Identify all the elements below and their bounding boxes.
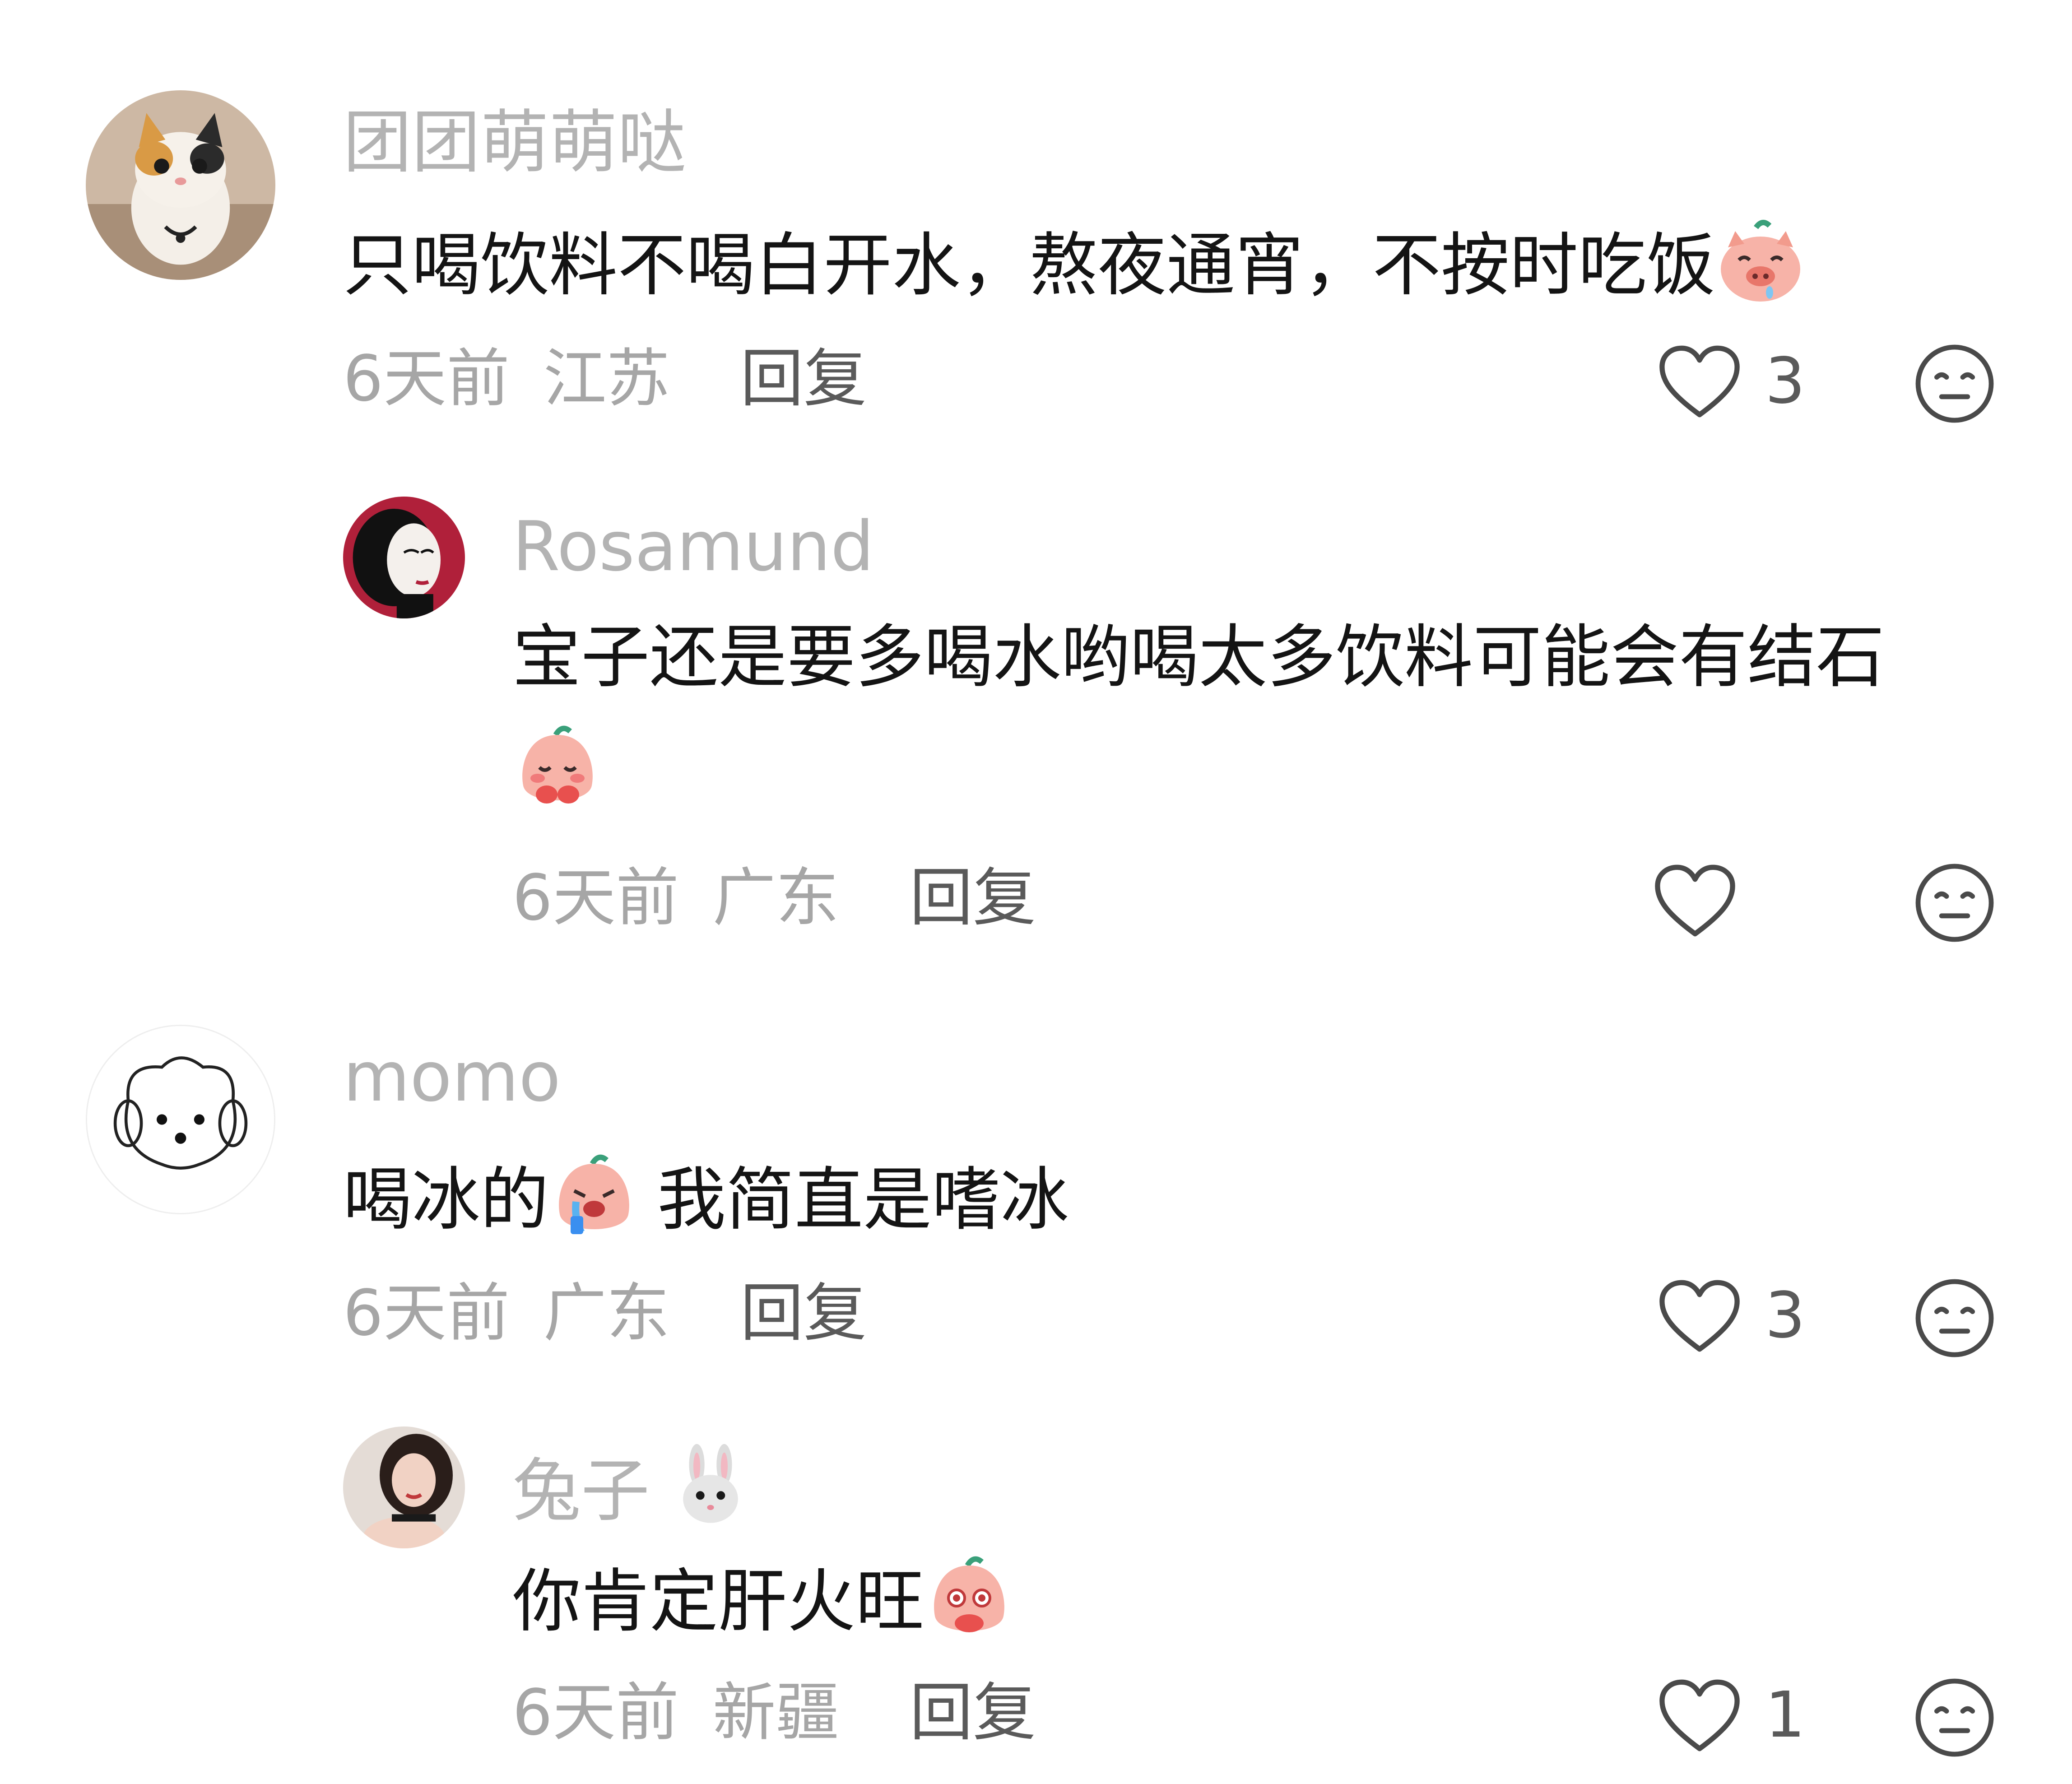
comment-text: 喝冰的 我简直是嗜冰 — [343, 1151, 1069, 1241]
reply-username[interactable]: Rosamund — [512, 512, 874, 581]
reply-meta: 6天前 广东 — [512, 867, 839, 930]
like-count: 1 — [1765, 1678, 1806, 1752]
like-count: 3 — [1765, 344, 1806, 418]
heart-icon — [1657, 1278, 1742, 1354]
dog-doodle-avatar-image — [87, 1026, 274, 1213]
neutral-face-icon — [1915, 1678, 1994, 1757]
reply-meta: 6天前 新疆 — [512, 1682, 839, 1745]
comment-text: 只喝饮料不喝白开水，熬夜通宵，不按时吃饭 — [343, 217, 1806, 307]
comment-location: 江苏 — [543, 342, 670, 416]
reply-username-text: 兔子 — [512, 1451, 650, 1531]
reply-button[interactable]: 回复 — [740, 348, 867, 411]
reply-username[interactable]: 兔子 — [512, 1442, 753, 1528]
avatar[interactable] — [343, 1426, 465, 1548]
reply-text-content: 你肯定肝火旺 — [512, 1561, 924, 1641]
comment-username[interactable]: momo — [343, 1043, 561, 1111]
comment-meta: 6天前 广东 — [343, 1282, 670, 1345]
rabbit-emoji — [668, 1442, 753, 1528]
dislike-button[interactable] — [1914, 1677, 1995, 1758]
heart-icon — [1657, 1677, 1742, 1754]
reply-button[interactable]: 回复 — [910, 1682, 1036, 1745]
peach-shy-emoji — [512, 722, 603, 813]
like-count: 3 — [1765, 1279, 1806, 1352]
comment-location: 广东 — [543, 1277, 670, 1350]
heart-icon — [1652, 862, 1738, 939]
avatar[interactable] — [86, 1025, 275, 1214]
reply-button[interactable]: 回复 — [740, 1282, 867, 1345]
reply-time: 6天前 — [512, 861, 679, 935]
reply-emoji-line — [512, 722, 603, 823]
comment-username[interactable]: 团团萌萌哒 — [343, 108, 686, 177]
like-button[interactable]: 1 — [1657, 1677, 1805, 1754]
cat-avatar-image — [86, 90, 275, 280]
comment-text-content: 喝冰的 — [343, 1160, 549, 1240]
reply-button[interactable]: 回复 — [910, 867, 1036, 930]
like-button[interactable]: 3 — [1657, 343, 1805, 420]
dislike-button[interactable] — [1914, 343, 1995, 424]
neutral-face-icon — [1915, 864, 1994, 942]
peach-cry-emoji — [549, 1151, 639, 1241]
reply-time: 6天前 — [512, 1676, 679, 1750]
reply-text: 宝子还是要多喝水哟喝太多饮料可能会有结石 — [512, 617, 1885, 697]
illustrated-woman-avatar-image — [343, 497, 465, 618]
neutral-face-icon — [1915, 1279, 1994, 1357]
peach-shock-emoji — [924, 1553, 1014, 1643]
neutral-face-icon — [1915, 344, 1994, 423]
avatar[interactable] — [86, 90, 275, 280]
dislike-button[interactable] — [1914, 1278, 1995, 1359]
heart-icon — [1657, 343, 1742, 420]
comment-text-content: 我简直是嗜冰 — [657, 1160, 1069, 1240]
reply-location: 新疆 — [712, 1676, 839, 1750]
woman-photo-avatar-image — [343, 1426, 465, 1548]
pig-drool-emoji — [1715, 217, 1806, 307]
like-button[interactable] — [1652, 862, 1761, 939]
comment-time: 6天前 — [343, 342, 510, 416]
reply-location: 广东 — [712, 861, 839, 935]
reply-text: 你肯定肝火旺 — [512, 1553, 1014, 1643]
like-button[interactable]: 3 — [1657, 1278, 1805, 1354]
comment-time: 6天前 — [343, 1277, 510, 1350]
avatar[interactable] — [343, 497, 465, 618]
comment-text-content: 只喝饮料不喝白开水，熬夜通宵，不按时吃饭 — [343, 225, 1715, 305]
comment-meta: 6天前 江苏 — [343, 348, 670, 411]
dislike-button[interactable] — [1914, 862, 1995, 943]
